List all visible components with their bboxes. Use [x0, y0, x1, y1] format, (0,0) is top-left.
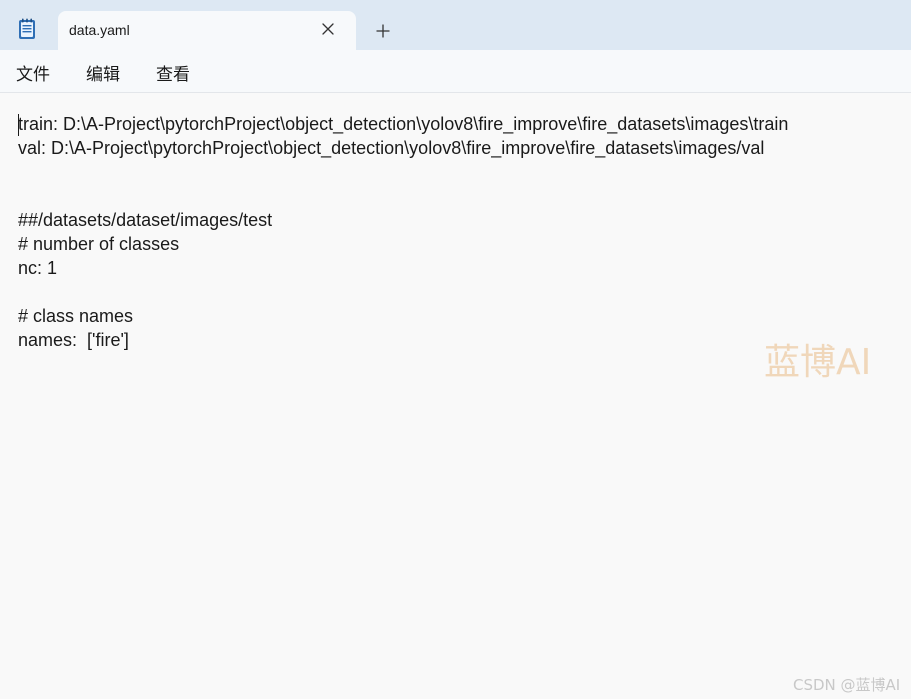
- tab-title: data.yaml: [69, 22, 130, 38]
- text-editor[interactable]: train: D:\A-Project\pytorchProject\objec…: [0, 93, 911, 699]
- editor-line: # number of classes: [18, 234, 180, 254]
- menu-bar: 文件 编辑 查看: [0, 50, 911, 93]
- editor-line: # class names: [18, 306, 134, 326]
- menu-view[interactable]: 查看: [156, 60, 190, 85]
- notepad-window: data.yaml 文件 编辑 查看 train: D:\A-Project\p…: [0, 0, 911, 699]
- menu-edit[interactable]: 编辑: [86, 60, 120, 85]
- credit-text: CSDN @蓝博AI: [793, 676, 901, 694]
- title-bar: data.yaml: [0, 0, 911, 50]
- editor-line: names: ['fire']: [18, 330, 129, 350]
- editor-line: val: D:\A-Project\pytorchProject\object_…: [18, 138, 765, 158]
- editor-line: nc: 1: [18, 258, 58, 278]
- editor-line: ##/datasets/dataset/images/test: [18, 210, 273, 230]
- plus-icon[interactable]: [374, 22, 392, 40]
- watermark: 蓝博AI: [764, 342, 872, 383]
- editor-line: train: D:\A-Project\pytorchProject\objec…: [18, 114, 789, 134]
- notepad-icon: [18, 18, 36, 40]
- menu-file[interactable]: 文件: [16, 60, 50, 85]
- tab-data-yaml[interactable]: data.yaml: [58, 11, 356, 50]
- close-icon[interactable]: [320, 21, 336, 37]
